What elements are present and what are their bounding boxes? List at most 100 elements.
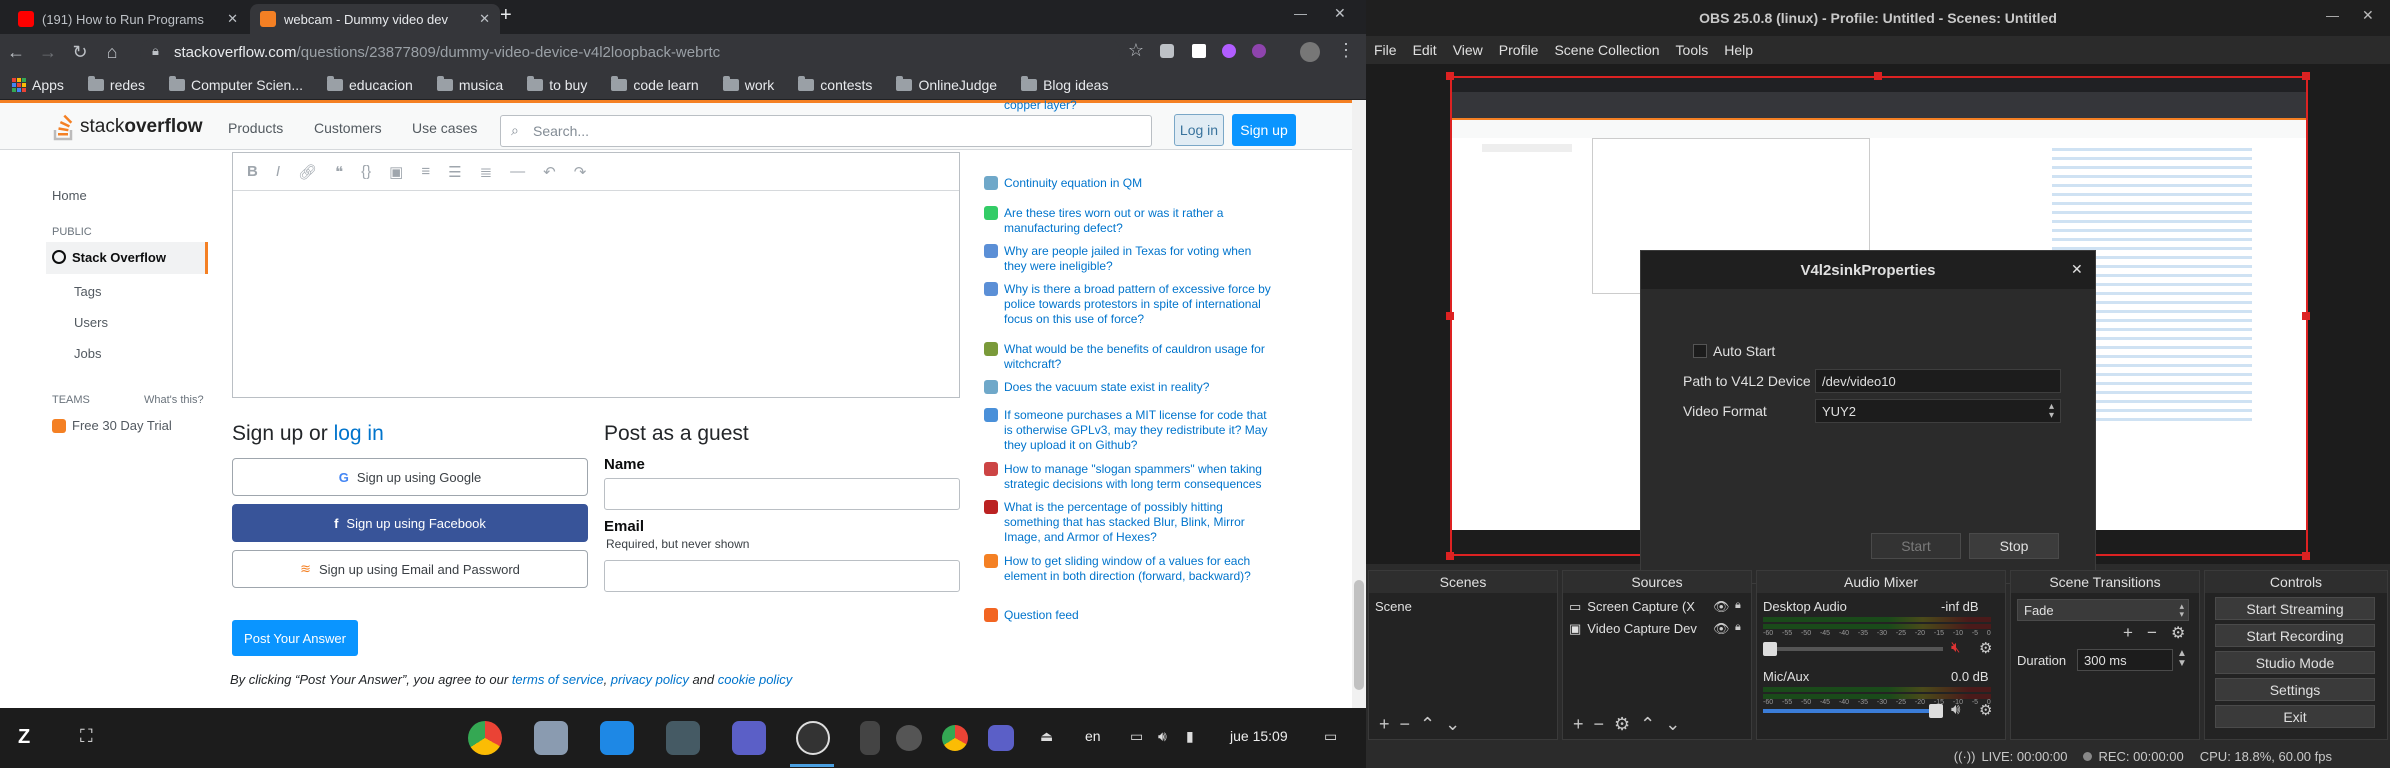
speaker-icon[interactable]: 🔊︎ xyxy=(1951,701,1960,718)
window-icon[interactable] xyxy=(860,721,880,755)
bookmark-folder[interactable]: Blog ideas xyxy=(1009,75,1120,93)
scroll-thumb[interactable] xyxy=(1354,580,1364,690)
start-streaming-button[interactable]: Start Streaming xyxy=(2215,597,2375,620)
settings-button[interactable]: Settings xyxy=(2215,678,2375,701)
stop-button[interactable]: Stop xyxy=(1969,533,2059,559)
extension-icon[interactable] xyxy=(1222,44,1236,58)
extension-icon[interactable] xyxy=(1252,44,1266,58)
close-window-button[interactable]: ✕ xyxy=(1334,5,1346,22)
resize-handle[interactable] xyxy=(1446,312,1454,320)
scene-item[interactable]: Scene xyxy=(1375,599,1412,614)
tab-stackoverflow[interactable]: webcam - Dummy video dev ✕ xyxy=(250,4,500,34)
device-path-input[interactable]: /dev/video10 xyxy=(1815,369,2061,393)
hot-question[interactable]: If someone purchases a MIT license for c… xyxy=(1004,408,1276,453)
resize-handle[interactable] xyxy=(2302,72,2310,80)
hr-icon[interactable]: — xyxy=(510,163,525,180)
google-signup-button[interactable]: G Sign up using Google xyxy=(232,458,588,496)
obs-preview[interactable]: V4l2sinkProperties ✕ Auto Start Path to … xyxy=(1366,64,2390,584)
files-icon[interactable] xyxy=(534,721,568,755)
gear-icon[interactable]: ⚙ xyxy=(1979,639,1992,657)
reload-icon[interactable]: ↻ xyxy=(64,42,96,63)
bookmark-folder[interactable]: to buy xyxy=(515,75,599,93)
eject-icon[interactable]: ⏏ xyxy=(1040,728,1053,745)
teams-icon[interactable] xyxy=(732,721,766,755)
add-icon[interactable]: + xyxy=(1379,714,1390,735)
notifications-icon[interactable]: ▭ xyxy=(1324,728,1337,745)
so-logo-text[interactable]: stackoverflow xyxy=(80,116,202,138)
studio-mode-button[interactable]: Studio Mode xyxy=(2215,651,2375,674)
hot-question[interactable]: Continuity equation in QM xyxy=(1004,176,1276,191)
auto-start-checkbox[interactable] xyxy=(1693,344,1707,358)
bookmark-folder[interactable]: OnlineJudge xyxy=(884,75,1009,93)
question-feed-link[interactable]: Question feed xyxy=(1004,608,1276,623)
source-item[interactable]: ▭ Screen Capture (X xyxy=(1569,599,1695,615)
login-link[interactable]: log in xyxy=(334,422,384,445)
software-icon[interactable] xyxy=(600,721,634,755)
extension-icon[interactable] xyxy=(1192,44,1206,58)
tab-youtube[interactable]: (191) How to Run Programs ✕ xyxy=(8,4,248,34)
slider-handle[interactable] xyxy=(1929,704,1943,718)
sidebar-trial[interactable]: Free 30 Day Trial xyxy=(52,418,172,433)
duration-input[interactable]: 300 ms xyxy=(2077,649,2173,671)
extension-icon[interactable] xyxy=(1160,44,1174,58)
bookmark-folder[interactable]: educacion xyxy=(315,75,425,93)
avatar[interactable] xyxy=(1300,42,1320,62)
hot-question[interactable]: copper layer? xyxy=(1004,100,1276,113)
signup-button[interactable]: Sign up xyxy=(1232,114,1296,146)
heading-icon[interactable]: ≣ xyxy=(480,163,493,181)
workspaces-icon[interactable]: ⛶ xyxy=(80,726,93,747)
bullet-list-icon[interactable]: ☰ xyxy=(448,163,461,181)
close-icon[interactable]: ✕ xyxy=(479,11,490,27)
obs-icon[interactable] xyxy=(796,721,830,755)
nav-products[interactable]: Products xyxy=(228,120,283,136)
hot-question[interactable]: How to get sliding window of a values fo… xyxy=(1004,554,1276,584)
app-icon[interactable] xyxy=(896,725,922,751)
page-scrollbar[interactable] xyxy=(1352,100,1366,708)
transition-select[interactable]: Fade ▴ ▾ xyxy=(2017,599,2189,621)
bookmark-folder[interactable]: code learn xyxy=(599,75,710,93)
add-icon[interactable]: + xyxy=(1573,714,1584,735)
undo-icon[interactable]: ↶ xyxy=(543,163,556,181)
resize-handle[interactable] xyxy=(1874,72,1882,80)
down-icon[interactable]: ⌄ xyxy=(1665,714,1680,735)
ordered-list-icon[interactable]: ≡ xyxy=(421,163,430,180)
lock-icon[interactable]: 🔒︎ xyxy=(1735,621,1741,634)
email-field[interactable] xyxy=(604,560,960,592)
keyboard-layout[interactable]: en xyxy=(1085,728,1101,744)
up-icon[interactable]: ⌃ xyxy=(1640,714,1655,735)
source-item[interactable]: ▣ Video Capture Dev xyxy=(1569,621,1697,637)
email-signup-button[interactable]: ≋ Sign up using Email and Password xyxy=(232,550,588,588)
address-bar[interactable]: 🔒︎ stackoverflow.com/questions/23877809/… xyxy=(140,38,1120,66)
search-input[interactable]: ⌕ Search... xyxy=(500,115,1152,147)
chrome-icon[interactable] xyxy=(942,725,968,751)
start-recording-button[interactable]: Start Recording xyxy=(2215,624,2375,647)
bookmark-folder[interactable]: work xyxy=(711,75,787,93)
gear-icon[interactable]: ⚙ xyxy=(1979,701,1992,719)
italic-icon[interactable]: I xyxy=(276,163,280,180)
bookmark-folder[interactable]: contests xyxy=(786,75,884,93)
volume-icon[interactable]: 🔊︎ xyxy=(1158,728,1167,745)
whats-this-link[interactable]: What's this? xyxy=(144,394,204,406)
privacy-link[interactable]: privacy policy xyxy=(611,672,689,687)
zorin-menu-icon[interactable]: Z xyxy=(18,726,30,749)
link-icon[interactable]: 🔗︎ xyxy=(298,163,317,181)
teams-icon[interactable] xyxy=(988,725,1014,751)
gear-icon[interactable]: ⚙ xyxy=(1614,714,1630,735)
home-icon[interactable]: ⌂ xyxy=(96,42,128,63)
resize-handle[interactable] xyxy=(1446,552,1454,560)
nav-customers[interactable]: Customers xyxy=(314,120,382,136)
down-icon[interactable]: ⌄ xyxy=(1445,714,1460,735)
close-icon[interactable]: ✕ xyxy=(227,11,238,27)
redo-icon[interactable]: ↷ xyxy=(574,163,587,181)
up-icon[interactable]: ⌃ xyxy=(1420,714,1435,735)
chrome-icon[interactable] xyxy=(468,721,502,755)
bookmark-apps[interactable]: Apps xyxy=(0,77,76,93)
terminal-icon[interactable] xyxy=(666,721,700,755)
close-window-button[interactable]: ✕ xyxy=(2362,7,2374,24)
stackoverflow-logo-icon[interactable] xyxy=(52,113,76,141)
resize-handle[interactable] xyxy=(2302,312,2310,320)
sidebar-jobs[interactable]: Jobs xyxy=(74,346,101,361)
resize-handle[interactable] xyxy=(2302,552,2310,560)
post-answer-button[interactable]: Post Your Answer xyxy=(232,620,358,656)
minimize-button[interactable]: — xyxy=(2326,8,2339,23)
